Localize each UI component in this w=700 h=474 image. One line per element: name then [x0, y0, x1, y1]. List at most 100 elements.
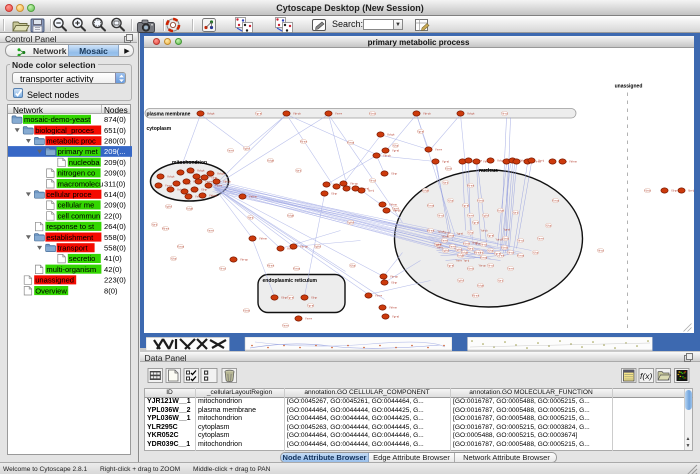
svg-text:cellular me: cellular me [58, 201, 95, 210]
svg-text:Ypr-ij: Ypr-ij [688, 188, 694, 192]
svg-text:Ypr-ij: Ypr-ij [463, 259, 469, 262]
svg-text:Ymr-e: Ymr-e [507, 267, 514, 270]
svg-text:Ybr-op: Ybr-op [479, 256, 487, 259]
svg-text:Ygr-al: Ygr-al [487, 234, 494, 237]
svg-text:Ydr-cb: Ydr-cb [462, 242, 470, 245]
svg-text:nitrogen co: nitrogen co [58, 169, 96, 178]
svg-text:311(0): 311(0) [104, 179, 126, 188]
svg-text:transport: transport [58, 244, 89, 253]
svg-text:Ygr-al: Ygr-al [392, 314, 399, 318]
svg-text:Yjl-qr: Yjl-qr [391, 171, 397, 175]
svg-text:Ygr-al: Ygr-al [417, 130, 424, 133]
svg-text:cytoplasm: cytoplasm [146, 126, 171, 132]
svg-text:Ygr-al: Ygr-al [494, 252, 501, 255]
svg-text:Ypr-ij: Ypr-ij [151, 223, 157, 226]
svg-text:Ykl-mn: Ykl-mn [389, 202, 398, 206]
svg-text:Ygr-al: Ygr-al [503, 228, 510, 231]
svg-text:Ykl-mn: Ykl-mn [441, 235, 449, 238]
svg-text:Ylr-xd: Ylr-xd [517, 239, 524, 242]
svg-text:Ygl-bf: Ygl-bf [457, 279, 464, 282]
svg-text:Ymr-e: Ymr-e [227, 149, 234, 152]
svg-text:Ymr-e: Ymr-e [282, 324, 289, 327]
svg-text:Yjl-qr: Yjl-qr [532, 251, 538, 254]
svg-text:Ymr-e: Ymr-e [467, 214, 474, 217]
svg-text:Ydr-cb: Ydr-cb [242, 309, 250, 312]
svg-text:Ybr-op: Ybr-op [176, 245, 184, 248]
svg-text:Ypr-ij: Ypr-ij [247, 216, 253, 219]
svg-text:Yjl-qr: Yjl-qr [545, 224, 551, 227]
svg-text:Ydr-cb: Ydr-cb [393, 208, 401, 212]
svg-text:Ygr-al: Ygr-al [307, 304, 314, 307]
svg-text:Ydr-cb: Ydr-cb [444, 167, 452, 170]
svg-text:Ybr-op: Ybr-op [292, 267, 300, 270]
svg-text:Ykl-mn: Ykl-mn [299, 140, 307, 143]
svg-text:Ydr-cb: Ydr-cb [480, 229, 488, 232]
svg-text:Yol-gh: Yol-gh [387, 132, 395, 136]
svg-text:Ykl-mn: Ykl-mn [473, 251, 481, 254]
svg-text:Yjl-qr: Yjl-qr [170, 257, 176, 260]
svg-text:secretio: secretio [69, 254, 96, 263]
svg-text:Yol-gh: Yol-gh [461, 251, 468, 254]
svg-text:Ydr-cb: Ydr-cb [383, 153, 391, 157]
svg-text:Overview: Overview [35, 286, 67, 295]
svg-text:Ygr-al: Ygr-al [287, 296, 294, 299]
svg-text:Yjl-qr: Yjl-qr [281, 295, 287, 299]
svg-text:unassigned: unassigned [35, 276, 74, 285]
svg-text:nucleus: nucleus [479, 168, 498, 174]
svg-text:Ykl-mn: Ykl-mn [249, 194, 258, 198]
svg-text:558(0): 558(0) [104, 244, 126, 253]
svg-text:Ydr-cb: Ydr-cb [476, 199, 484, 202]
svg-text:Ykl-mn: Ykl-mn [471, 294, 479, 297]
svg-text:establishment: establishment [46, 233, 94, 242]
svg-text:Ykl-mn: Ykl-mn [569, 159, 578, 163]
svg-text:Ypr-ij: Ypr-ij [512, 211, 518, 214]
svg-text:Ylr-xd: Ylr-xd [219, 267, 226, 270]
svg-text:metabolic proc: metabolic proc [46, 137, 96, 146]
svg-text:response to st: response to st [46, 222, 95, 231]
svg-text:Ypr-ij: Ypr-ij [497, 279, 503, 282]
svg-text:Ypr-ij: Ypr-ij [467, 247, 473, 250]
svg-text:Yol-gh: Yol-gh [217, 171, 225, 175]
svg-text:Ylr-xd: Ylr-xd [369, 179, 376, 182]
svg-text:Ygr-al: Ygr-al [392, 148, 399, 152]
svg-text:Ypr-ij: Ypr-ij [368, 188, 374, 192]
svg-text:Ymr-e: Ymr-e [455, 259, 462, 262]
svg-text:Ypr-ij: Ypr-ij [538, 158, 544, 162]
svg-text:Ykl-mn: Ykl-mn [389, 305, 398, 309]
svg-text:Ylr-xd: Ylr-xd [507, 251, 514, 254]
svg-text:Ygl-bf: Ygl-bf [347, 221, 354, 224]
svg-text:Yol-gh: Yol-gh [477, 284, 484, 287]
svg-text:Ymr-e: Ymr-e [375, 293, 383, 297]
svg-text:Ybr-op: Ybr-op [478, 264, 486, 267]
svg-text:Ybr-op: Ybr-op [300, 244, 308, 248]
svg-text:Ykl-mn: Ykl-mn [209, 193, 218, 197]
svg-text:Ygr-al: Ygr-al [456, 232, 463, 235]
svg-text:614(0): 614(0) [104, 190, 126, 199]
svg-text:Ygr-al: Ygr-al [255, 112, 262, 115]
svg-text:Ykl-mn: Ykl-mn [426, 229, 434, 232]
svg-text:Ylr-xd: Ylr-xd [480, 243, 487, 246]
svg-text:Ybr-op: Ybr-op [390, 274, 398, 278]
svg-text:Yol-gh: Yol-gh [197, 168, 205, 172]
svg-text:Yol-gh: Yol-gh [497, 209, 504, 212]
svg-text:Ykl-mn: Ykl-mn [161, 227, 169, 230]
svg-text:Ykl-mn: Ykl-mn [266, 264, 274, 267]
svg-text:Ybr-op: Ybr-op [516, 254, 524, 257]
svg-text:Ygl-bf: Ygl-bf [482, 214, 489, 217]
svg-text:mosaic-demo-yeast: mosaic-demo-yeast [24, 115, 91, 124]
svg-text:Ylr-xd: Ylr-xd [437, 214, 444, 217]
svg-text:unassigned: unassigned [614, 83, 642, 89]
svg-text:Yol-gh: Yol-gh [422, 189, 429, 192]
svg-text:209(0): 209(0) [104, 201, 126, 210]
svg-text:multi-organism: multi-organism [46, 265, 96, 274]
svg-text:Ygr-al: Ygr-al [472, 221, 479, 224]
svg-text:Ydr-cb: Ydr-cb [223, 179, 231, 183]
svg-text:Ydr-cb: Ydr-cb [495, 238, 503, 241]
svg-text:651(0): 651(0) [104, 126, 126, 135]
svg-text:Ylr-xd: Ylr-xd [501, 112, 508, 115]
svg-text:280(0): 280(0) [104, 137, 126, 146]
svg-text:cell commun: cell commun [58, 212, 101, 221]
svg-text:primary met: primary met [58, 147, 99, 156]
svg-text:Ydr-cb: Ydr-cb [293, 111, 301, 115]
svg-text:Ydr-cb: Ydr-cb [500, 246, 508, 249]
